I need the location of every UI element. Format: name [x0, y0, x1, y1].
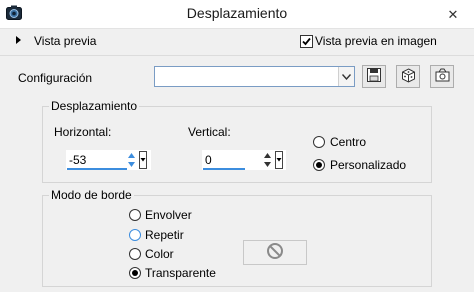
- horizontal-label: Horizontal:: [54, 125, 112, 139]
- radio-centro-label[interactable]: Centro: [330, 135, 366, 149]
- config-preset-select[interactable]: [154, 66, 355, 87]
- randomize-button[interactable]: [396, 65, 420, 88]
- close-icon: ✕: [447, 6, 459, 22]
- reset-button[interactable]: [430, 65, 454, 88]
- radio-transparente-label[interactable]: Transparente: [145, 266, 216, 280]
- config-label: Configuración: [18, 71, 93, 85]
- vertical-value[interactable]: 0: [205, 153, 212, 167]
- window-title: Desplazamiento: [186, 5, 288, 21]
- vertical-spinbox[interactable]: 0: [202, 150, 286, 170]
- border-mode-group: [42, 195, 432, 287]
- radio-envolver[interactable]: [129, 209, 141, 221]
- radio-color-label[interactable]: Color: [145, 247, 174, 261]
- image-preview-checkbox[interactable]: [300, 35, 313, 48]
- title-bar: Desplazamiento ✕: [0, 0, 474, 29]
- horizontal-dropdown-icon[interactable]: [139, 151, 147, 169]
- disabled-circle-icon: [266, 242, 284, 263]
- reset-icon: [435, 68, 450, 85]
- vertical-dropdown-icon[interactable]: [275, 151, 283, 169]
- radio-color[interactable]: [129, 248, 141, 260]
- horizontal-focus-underline: [67, 168, 127, 170]
- border-mode-group-title: Modo de borde: [49, 188, 134, 202]
- save-preset-icon: [367, 68, 381, 85]
- close-button[interactable]: ✕: [438, 0, 468, 29]
- vertical-spin-arrows-icon[interactable]: [263, 151, 272, 169]
- radio-personalizado[interactable]: [313, 159, 325, 171]
- expand-arrow-icon[interactable]: [16, 36, 21, 44]
- radio-centro[interactable]: [313, 136, 325, 148]
- save-preset-button[interactable]: [362, 65, 386, 88]
- preview-row: Vista previa Vista previa en imagen: [0, 33, 474, 51]
- displacement-group-title: Desplazamiento: [49, 99, 140, 113]
- radio-repetir[interactable]: [129, 229, 141, 241]
- radio-repetir-label[interactable]: Repetir: [145, 228, 184, 242]
- vertical-focus-underline: [203, 168, 245, 170]
- chevron-down-icon[interactable]: [338, 67, 354, 86]
- radio-personalizado-label[interactable]: Personalizado: [330, 158, 406, 172]
- radio-transparente[interactable]: [129, 267, 141, 279]
- horizontal-spin-arrows-icon[interactable]: [127, 151, 136, 169]
- vertical-label: Vertical:: [188, 125, 231, 139]
- border-color-swatch[interactable]: [243, 240, 307, 265]
- horizontal-spinbox[interactable]: -53: [66, 150, 151, 170]
- randomize-dice-icon: [401, 67, 416, 86]
- horizontal-value[interactable]: -53: [69, 153, 86, 167]
- radio-envolver-label[interactable]: Envolver: [145, 208, 192, 222]
- preview-toggle-label[interactable]: Vista previa: [34, 34, 96, 48]
- separator: [0, 55, 474, 56]
- image-preview-label[interactable]: Vista previa en imagen: [315, 34, 437, 48]
